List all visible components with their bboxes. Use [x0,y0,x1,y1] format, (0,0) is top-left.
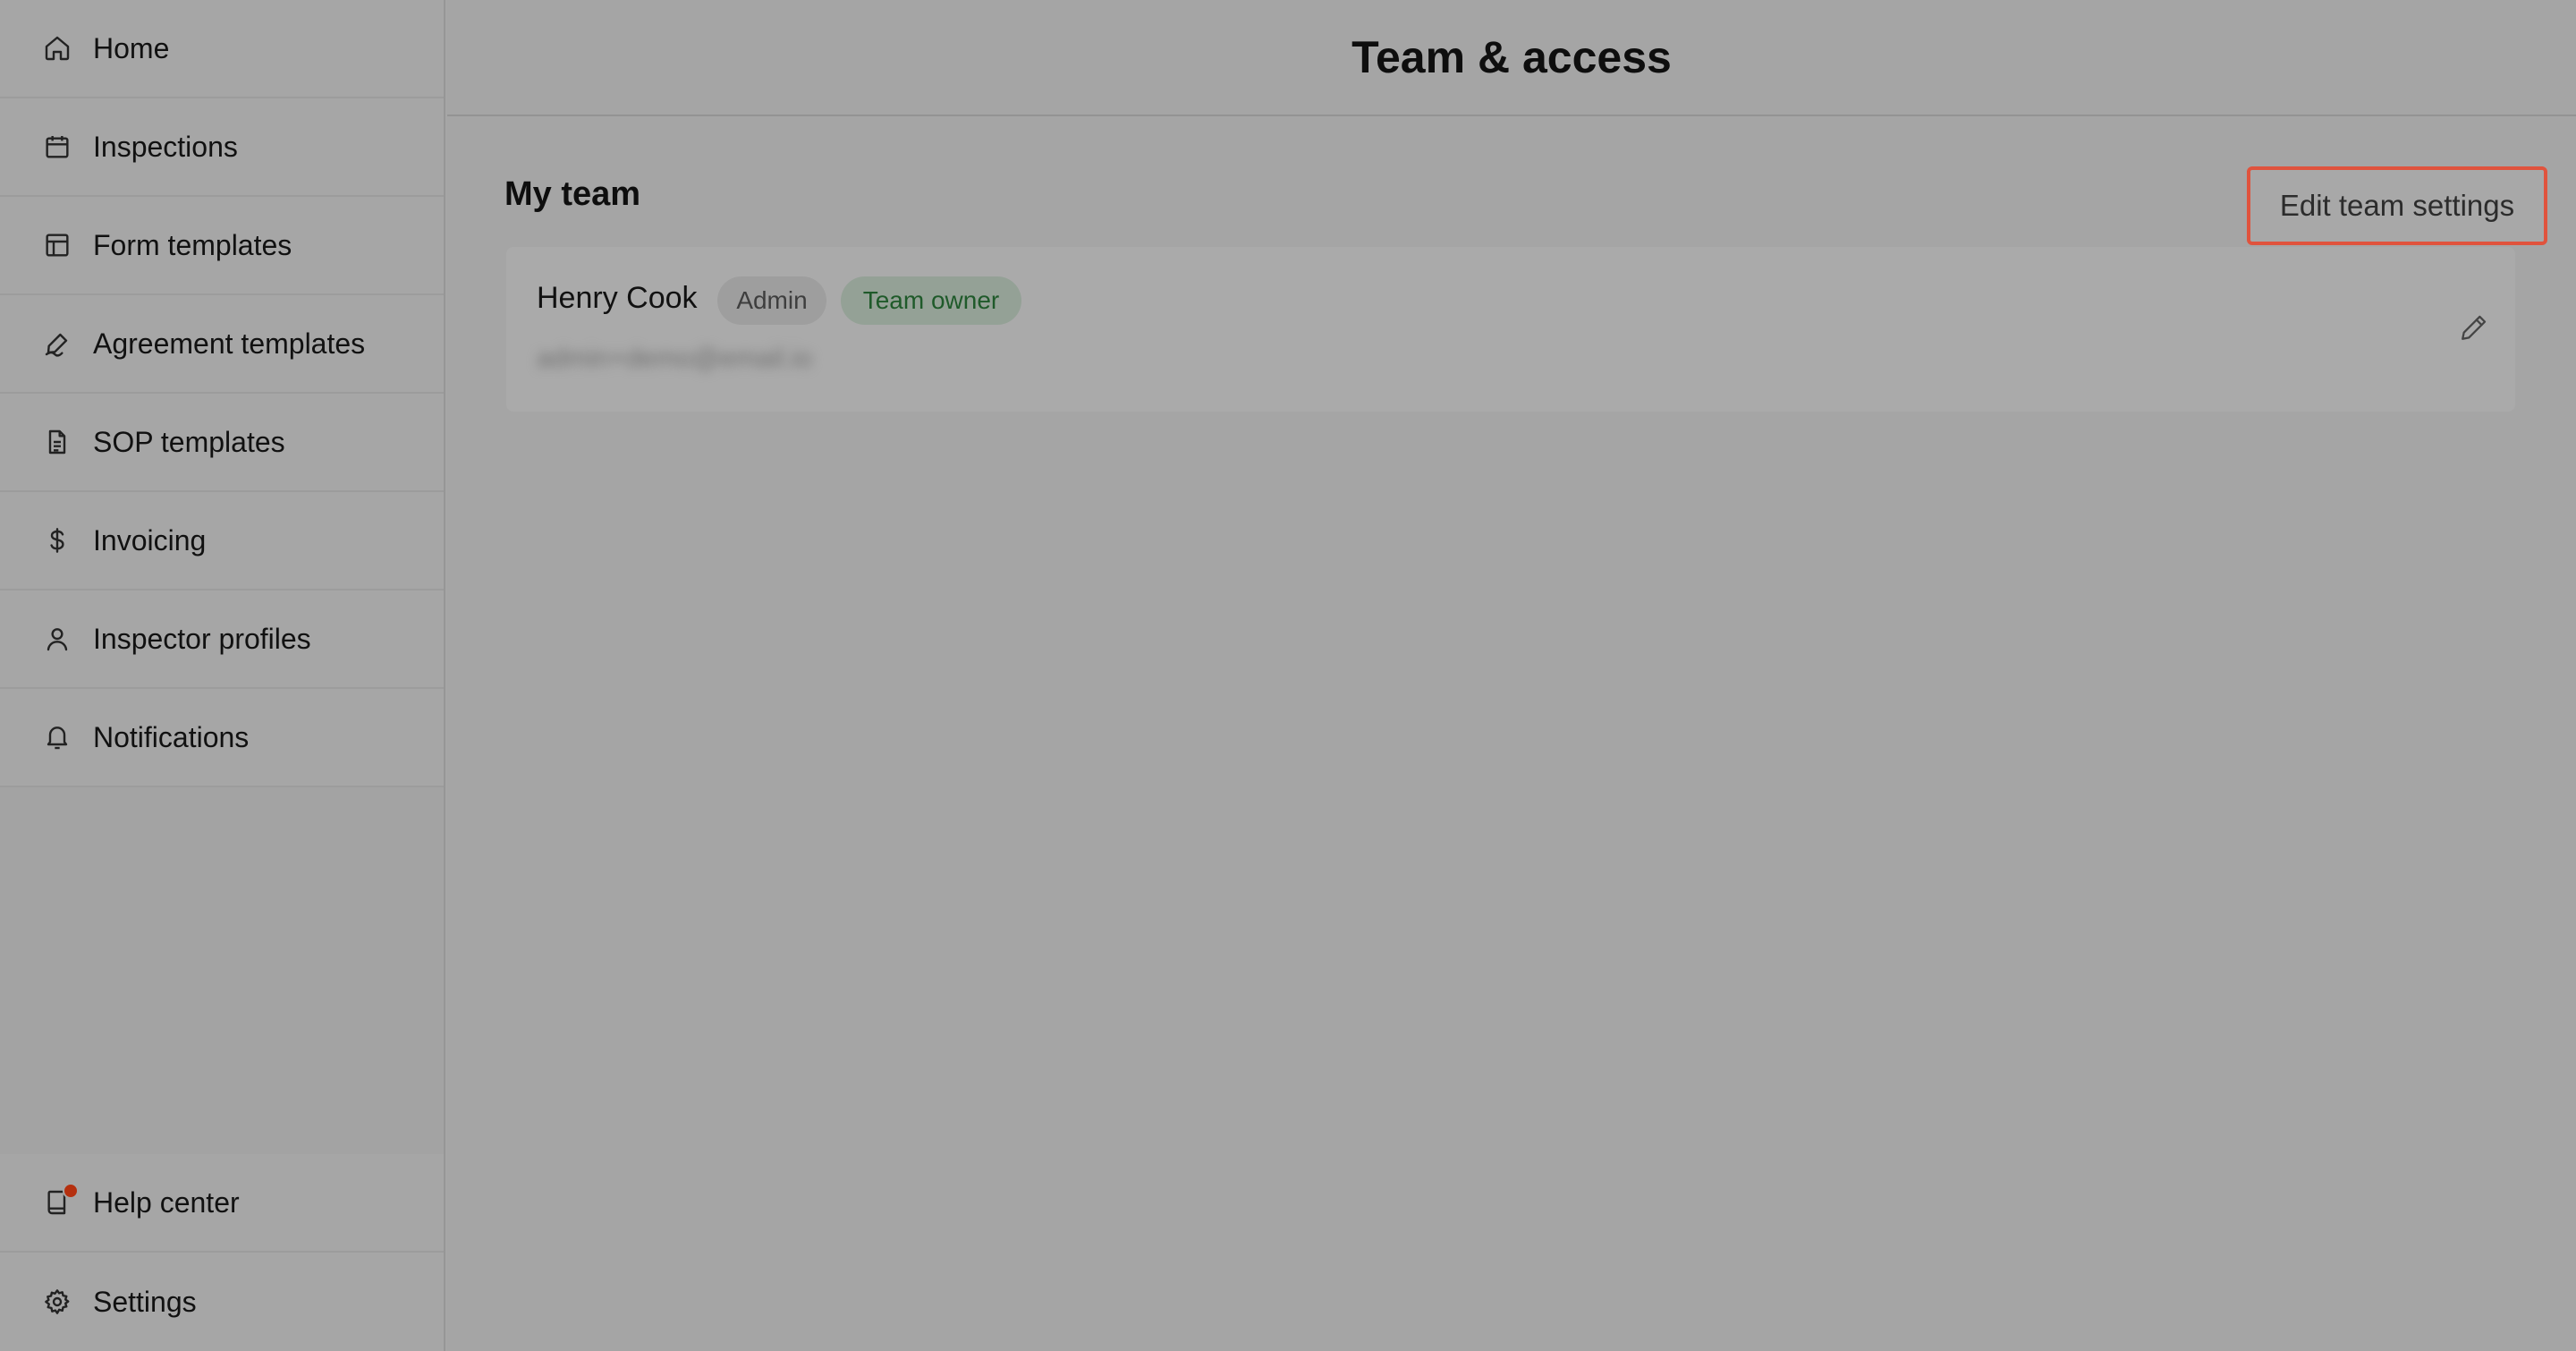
sidebar-item-help-center[interactable]: Help center [0,1154,444,1253]
edit-team-settings-button[interactable]: Edit team settings [2247,166,2547,245]
document-icon [43,428,72,456]
sidebar-item-label: Agreement templates [93,327,366,360]
pencil-icon [2459,312,2489,347]
sidebar-item-invoicing[interactable]: Invoicing [0,492,444,591]
sidebar-item-notifications[interactable]: Notifications [0,689,444,787]
edit-team-settings-label: Edit team settings [2279,189,2515,222]
sidebar-item-settings[interactable]: Settings [0,1253,444,1351]
sidebar: Home Inspections Form templates Agreemen… [0,0,445,1351]
bell-icon [43,723,72,752]
layout-icon [43,231,72,259]
member-name: Henry Cook [537,281,698,315]
sidebar-item-label: Help center [93,1185,240,1219]
role-badge-team-owner: Team owner [841,276,1021,325]
sidebar-footer: Help center Settings [0,1154,444,1351]
sidebar-item-agreement-templates[interactable]: Agreement templates [0,295,444,394]
sidebar-item-inspector-profiles[interactable]: Inspector profiles [0,591,444,689]
sidebar-item-label: Inspector profiles [93,622,311,655]
sidebar-item-form-templates[interactable]: Form templates [0,197,444,295]
main-content: Team & access My team Edit team settings… [447,0,2576,1351]
sidebar-item-label: Settings [93,1285,197,1318]
sidebar-nav: Home Inspections Form templates Agreemen… [0,0,444,787]
signature-icon [43,329,72,358]
team-section-header: My team [504,175,640,214]
section-title: My team [504,175,641,213]
calendar-icon [43,132,72,161]
page-header: Team & access [447,0,2576,116]
sidebar-item-label: SOP templates [93,425,285,458]
sidebar-item-label: Invoicing [93,523,207,557]
sidebar-item-sop-templates[interactable]: SOP templates [0,394,444,492]
edit-member-button[interactable] [2456,311,2492,347]
gear-icon [43,1287,72,1316]
role-badge-admin: Admin [717,276,826,325]
sidebar-item-home[interactable]: Home [0,0,444,98]
home-icon [43,34,72,63]
sidebar-item-label: Notifications [93,720,250,753]
sidebar-item-label: Inspections [93,130,238,163]
user-icon [43,625,72,653]
notification-dot [63,1183,79,1199]
dollar-icon [43,526,72,555]
member-email: admin+demo@email.io [537,344,813,373]
sidebar-item-label: Form templates [93,228,292,261]
sidebar-item-label: Home [93,31,170,64]
sidebar-item-inspections[interactable]: Inspections [0,98,444,197]
page-title: Team & access [1352,32,1672,82]
book-icon [43,1183,79,1217]
team-member-card: Henry Cook Admin Team owner admin+demo@e… [506,247,2515,412]
